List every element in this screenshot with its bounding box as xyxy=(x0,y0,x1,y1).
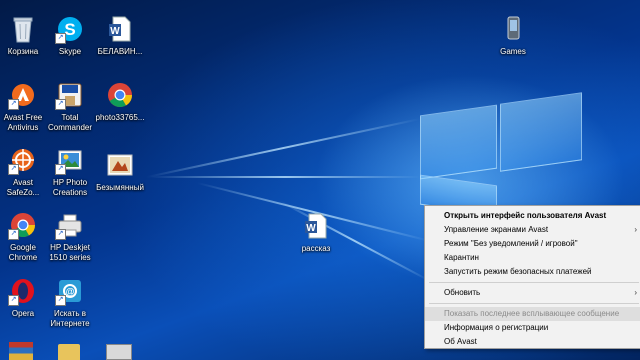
menu-item-open-avast-ui[interactable]: Открыть интерфейс пользователя Avast xyxy=(425,209,640,223)
printer-icon xyxy=(106,344,132,360)
search-web-icon: @ ↗ xyxy=(55,276,85,306)
icon-label: photo33765... xyxy=(95,113,145,122)
chevron-right-icon: › xyxy=(634,225,637,234)
printer-icon: ↗ xyxy=(55,210,85,240)
menu-item-label: Показать последнее всплывающее сообщение xyxy=(444,309,620,318)
desktop-icon-search-web[interactable]: @ ↗ Искать в Интернете xyxy=(40,276,100,329)
menu-item-label: Запустить режим безопасных платежей xyxy=(444,267,592,276)
icon-label: Безымянный xyxy=(96,183,144,192)
menu-separator xyxy=(429,282,639,283)
desktop-icon-bezymyanny[interactable]: Безымянный xyxy=(90,150,150,193)
total-commander-icon: ↗ xyxy=(55,80,85,110)
icon-label: рассказ xyxy=(301,244,331,253)
icon-label: HP Deskjet 1510 series xyxy=(49,243,91,262)
desktop-icon-rasskaz[interactable]: W рассказ xyxy=(286,211,346,254)
desktop[interactable]: Корзина ↗ Avast Free Antivirus ↗ Avast S… xyxy=(0,0,640,360)
menu-item-label: Обновить xyxy=(444,288,481,297)
chrome-icon xyxy=(105,80,135,110)
desktop-icon-belavin-document[interactable]: W БЕЛАВИН... xyxy=(90,14,150,57)
desktop-icon-partial-archive[interactable] xyxy=(9,342,35,360)
menu-item-label: Об Avast xyxy=(444,337,477,346)
svg-text:@: @ xyxy=(66,287,75,297)
hp-photo-icon: ↗ xyxy=(55,145,85,175)
menu-item-safe-payments[interactable]: Запустить режим безопасных платежей xyxy=(425,265,640,279)
menu-item-registration-info[interactable]: Информация о регистрации xyxy=(425,321,640,335)
icon-label: Games xyxy=(500,47,526,56)
menu-item-label: Режим "Без уведомлений / игровой" xyxy=(444,239,578,248)
desktop-icon-partial-printer[interactable] xyxy=(106,344,134,360)
menu-item-label: Открыть интерфейс пользователя Avast xyxy=(444,211,607,220)
menu-separator xyxy=(429,303,639,304)
svg-text:S: S xyxy=(64,20,75,39)
svg-text:W: W xyxy=(306,223,316,234)
svg-text:W: W xyxy=(110,26,120,37)
avast-icon: ↗ xyxy=(8,80,38,110)
word-document-icon: W xyxy=(301,211,331,241)
menu-item-silent-mode[interactable]: Режим "Без уведомлений / игровой" xyxy=(425,237,640,251)
desktop-icon-hp-deskjet[interactable]: ↗ HP Deskjet 1510 series xyxy=(40,210,100,263)
chevron-right-icon: › xyxy=(634,288,637,297)
avast-context-menu: Открыть интерфейс пользователя Avast Упр… xyxy=(424,205,640,349)
desktop-icon-partial-folder[interactable] xyxy=(58,344,84,360)
opera-icon: ↗ xyxy=(8,276,38,306)
skype-icon: S ↗ xyxy=(55,14,85,44)
games-icon xyxy=(498,14,528,44)
menu-item-label: Управление экранами Avast xyxy=(444,225,549,234)
chrome-icon: ↗ xyxy=(8,210,38,240)
archive-icon xyxy=(9,342,33,360)
menu-item-label: Карантин xyxy=(444,253,479,262)
word-document-icon: W xyxy=(105,14,135,44)
menu-item-about-avast[interactable]: Об Avast xyxy=(425,335,640,349)
menu-item-label: Информация о регистрации xyxy=(444,323,549,332)
image-file-icon xyxy=(105,150,135,180)
icon-label: Искать в Интернете xyxy=(50,309,90,328)
icon-label: БЕЛАВИН... xyxy=(97,47,143,56)
menu-item-show-last-popup: Показать последнее всплывающее сообщение xyxy=(425,307,640,321)
folder-icon xyxy=(58,344,80,360)
menu-item-quarantine[interactable]: Карантин xyxy=(425,251,640,265)
menu-item-manage-shields[interactable]: Управление экранами Avast › xyxy=(425,223,640,237)
menu-item-update[interactable]: Обновить › xyxy=(425,286,640,300)
desktop-icon-games[interactable]: Games xyxy=(483,14,543,57)
recycle-bin-icon xyxy=(8,14,38,44)
desktop-icon-photo-chrome[interactable]: photo33765... xyxy=(90,80,150,123)
avast-safezone-icon: ↗ xyxy=(8,145,38,175)
